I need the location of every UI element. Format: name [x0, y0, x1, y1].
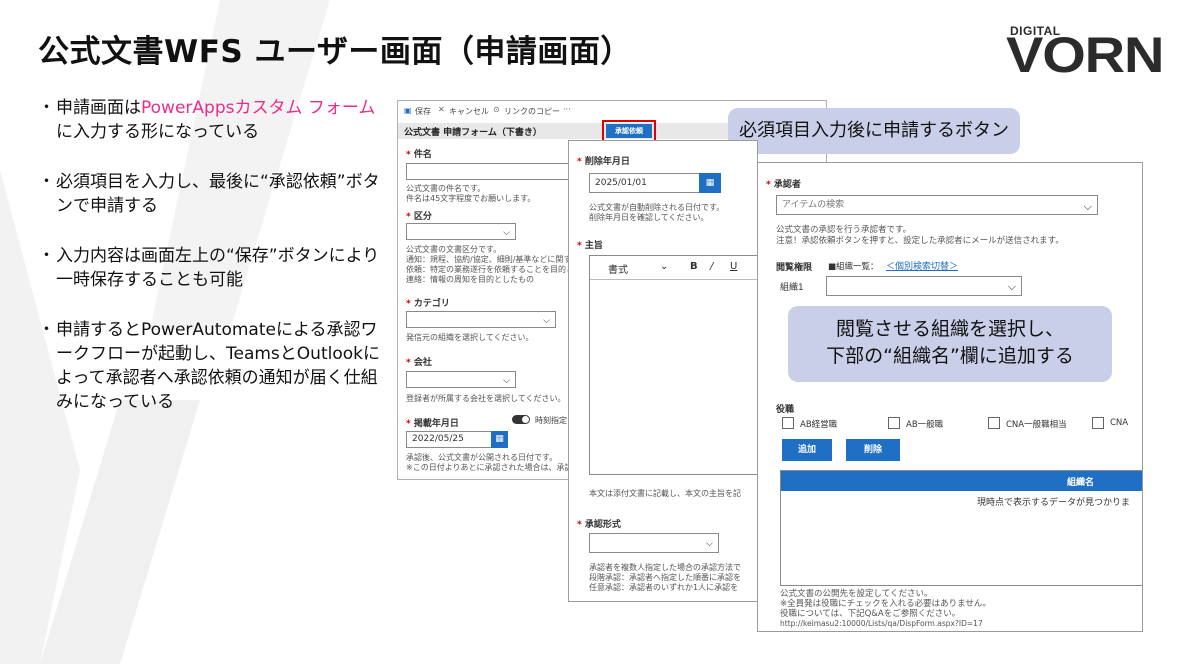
- callout-org-line1: 閲覧させる組織を選択し、: [835, 318, 1064, 340]
- more-button[interactable]: ···: [563, 105, 571, 114]
- time-toggle[interactable]: [512, 415, 530, 424]
- org-table-header: 組織名: [781, 471, 1142, 491]
- rich-text-toolbar: 書式 ⌄ B / U: [590, 256, 757, 280]
- cat2-label: カテゴリ: [406, 296, 450, 309]
- role-checkbox-1[interactable]: [888, 417, 900, 429]
- chevron-down-icon: ⌵: [503, 376, 510, 386]
- body-hint: 本文は添付文書に記載し、本文の主旨を記: [589, 489, 741, 498]
- subject-label: 件名: [406, 147, 432, 160]
- company-select[interactable]: ⌵: [406, 371, 516, 388]
- approve-button[interactable]: 承認依頼: [606, 124, 652, 138]
- format-chevron-icon: ⌄: [660, 261, 669, 272]
- chevron-down-icon: ⌵: [503, 228, 510, 238]
- callout-org-line2: 下部の“組織名”欄に追加する: [826, 345, 1074, 367]
- bullet-list: 申請画面はPowerAppsカスタム フォームに入力する形になっている 必須項目…: [38, 96, 391, 438]
- chevron-down-icon: ⌵: [1083, 200, 1092, 213]
- pubdate-input[interactable]: 2022/05/25: [406, 431, 496, 448]
- org-table-header-label: 組織名: [1067, 478, 1095, 488]
- bullet-1: 申請画面はPowerAppsカスタム フォームに入力する形になっている: [38, 96, 391, 144]
- approver-search-input[interactable]: アイテムの検索 ⌵: [776, 195, 1098, 215]
- org-table: 組織名 現時点で表示するデータが見つかりま: [780, 470, 1142, 586]
- italic-button[interactable]: /: [710, 261, 713, 272]
- copy-link-button[interactable]: リンクのコピー: [504, 106, 560, 117]
- logo-vorn-text: VORN: [1006, 27, 1164, 83]
- bullet-4: 申請するとPowerAutomateによる承認ワークフローが起動し、Teamsと…: [38, 318, 391, 414]
- add-button[interactable]: 追加: [782, 439, 832, 461]
- slide-title: 公式文書WFS ユーザー画面（申請画面）: [38, 34, 632, 70]
- pubdate-hint: 承認後、公式文書が公開される日付です。 ※この日付よりあとに承認された場合は、承…: [406, 453, 589, 472]
- org-table-empty-message: 現時点で表示するデータが見つかりま: [977, 498, 1131, 508]
- approver-hint: 公式文書の承認を行う承認者です。 注意！承認依頼ボタンを押すと、設定した承認者に…: [776, 225, 1064, 246]
- approver-label: 承認者: [766, 177, 801, 190]
- cat2-select[interactable]: ⌵: [406, 311, 556, 328]
- role-label: 役職: [776, 405, 795, 415]
- role-checkbox-3[interactable]: [1092, 417, 1104, 429]
- org1-label: 組織1: [780, 283, 804, 293]
- footer-url[interactable]: http://keimasu2:10000/Lists/qa/DispForm.…: [780, 619, 983, 628]
- calendar-icon[interactable]: ▦: [699, 173, 721, 193]
- calendar-icon[interactable]: ▦: [491, 431, 508, 448]
- form-panel-approver: 承認者 アイテムの検索⌵ 公式文書の承認を行う承認者です。 注意！承認依頼ボタン…: [757, 162, 1143, 632]
- approval-type-label: 承認形式: [577, 517, 621, 530]
- bullet-1-highlight: PowerAppsカスタム フォーム: [141, 98, 376, 118]
- bold-button[interactable]: B: [690, 261, 698, 272]
- body-label: 主旨: [577, 238, 603, 251]
- company-label: 会社: [406, 355, 432, 368]
- form-title: 公式文書 申請フォーム（下書き）: [404, 128, 542, 138]
- company-hint: 登録者が所属する会社を選択してください。: [406, 394, 566, 403]
- deldate-input[interactable]: 2025/01/01: [589, 173, 701, 193]
- org-list-label: ■組織一覧：: [828, 262, 879, 272]
- chevron-down-icon: ⌵: [543, 316, 550, 326]
- role-option-0: AB経営職: [800, 420, 838, 430]
- underline-button[interactable]: U: [730, 261, 737, 272]
- save-button[interactable]: 保存: [415, 106, 431, 117]
- save-icon[interactable]: ▣: [404, 106, 412, 115]
- bullet-1-text-b: に入力する形になっている: [56, 122, 260, 142]
- bullet-1-text-a: 申請画面は: [56, 98, 141, 118]
- approval-type-hint: 承認者を複数人指定した場合の承認方法で 段階承認：承認者へ指定した順番に承認を …: [589, 563, 741, 592]
- chevron-down-icon: ⌵: [1007, 280, 1016, 293]
- role-checkbox-2[interactable]: [988, 417, 1000, 429]
- subject-hint: 公式文書の件名です。 件名は45文字程度でお願いします。: [406, 184, 536, 203]
- form-panel-content: 削除年月日 2025/01/01 ▦ 公式文書が自動削除される日付です。 削除年…: [568, 140, 758, 602]
- deldate-hint: 公式文書が自動削除される日付です。 削除年月日を確認してください。: [589, 203, 725, 222]
- pubdate-label: 掲載年月日: [406, 416, 459, 429]
- cat2-hint: 発信元の組織を選択してください。: [406, 333, 534, 342]
- approval-type-select[interactable]: ⌵: [589, 533, 719, 553]
- delete-button[interactable]: 削除: [846, 439, 900, 461]
- callout-approve-button: 必須項目入力後に申請するボタン: [728, 108, 1020, 154]
- org1-select[interactable]: ⌵: [826, 276, 1022, 296]
- cancel-icon[interactable]: ✕: [438, 105, 445, 114]
- footer-hint: 公式文書の公開先を設定してください。 ※全員発は役職にチェックを入れる必要はあり…: [780, 589, 991, 619]
- category-select[interactable]: ⌵: [406, 223, 516, 240]
- category-hint: 公式文書の文書区分です。 通知：規程、協約/協定、細則/基準などに関する通知 依…: [406, 245, 596, 284]
- subject-input[interactable]: [406, 163, 586, 180]
- format-dropdown[interactable]: 書式: [608, 261, 628, 276]
- rich-text-editor[interactable]: 書式 ⌄ B / U: [589, 255, 757, 475]
- callout-org-select: 閲覧させる組織を選択し、 下部の“組織名”欄に追加する: [788, 306, 1112, 382]
- access-label: 閲覧権限: [776, 263, 813, 273]
- role-checkbox-0[interactable]: [782, 417, 794, 429]
- role-option-1: AB一般職: [906, 420, 944, 430]
- org-switch-link[interactable]: ＜個別検索切替＞: [886, 259, 958, 272]
- role-option-2: CNA一般職相当: [1006, 420, 1067, 430]
- bullet-3: 入力内容は画面左上の“保存”ボタンにより一時保存することも可能: [38, 244, 391, 292]
- chevron-down-icon: ⌵: [706, 539, 713, 549]
- link-icon[interactable]: ⊙: [493, 105, 500, 114]
- cancel-button[interactable]: キャンセル: [449, 106, 489, 117]
- bullet-2: 必須項目を入力し、最後に“承認依頼”ボタンで申請する: [38, 170, 391, 218]
- deldate-label: 削除年月日: [577, 154, 630, 167]
- category-label: 区分: [406, 209, 432, 222]
- role-option-3: CNA: [1110, 418, 1129, 428]
